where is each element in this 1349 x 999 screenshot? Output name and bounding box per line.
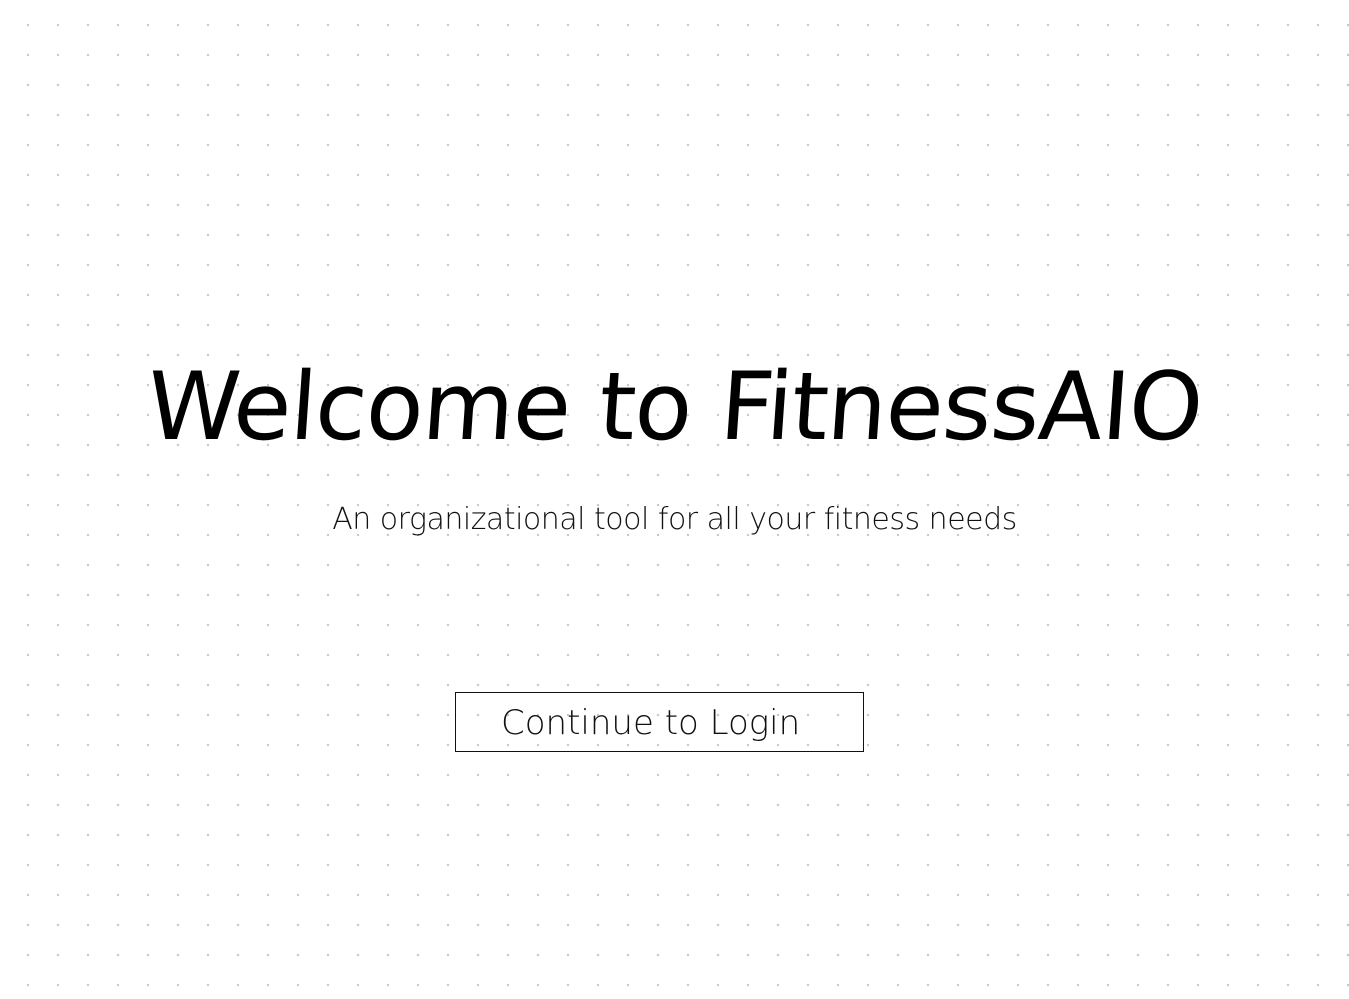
continue-to-login-button[interactable]: Continue to Login [455,692,864,752]
dotted-canvas: Welcome to FitnessAIO An organizational … [0,0,1349,999]
page-subtitle: An organizational tool for all your fitn… [332,502,1017,537]
page-title: Welcome to FitnessAIO [143,353,1206,462]
